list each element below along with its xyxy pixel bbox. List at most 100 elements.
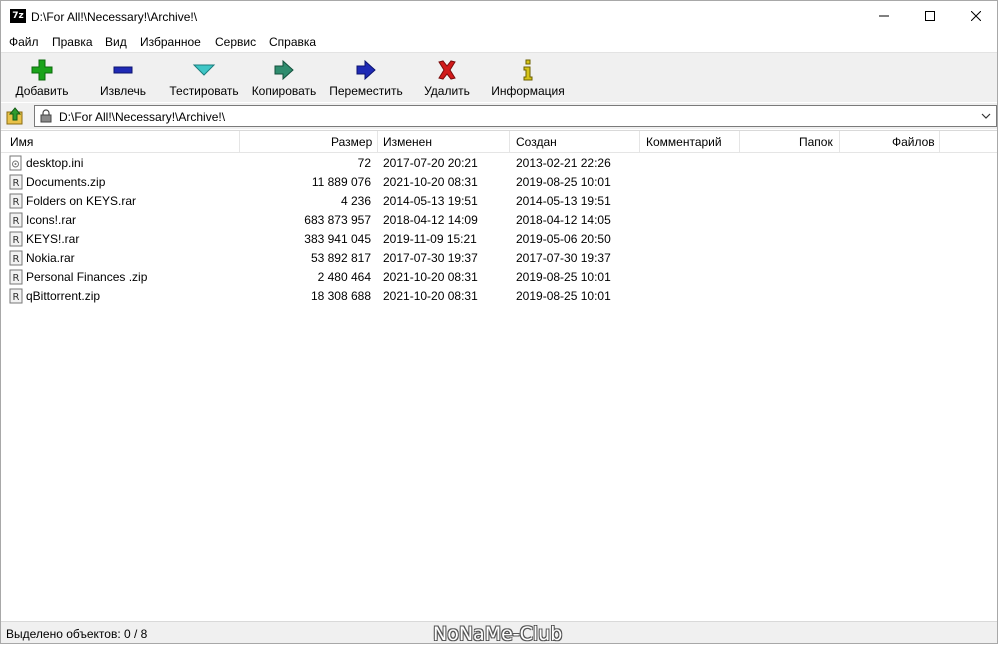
app-icon: 7z	[10, 9, 26, 23]
minimize-icon	[879, 15, 889, 17]
info-button[interactable]: Информация	[490, 55, 566, 101]
column-divider[interactable]	[639, 131, 640, 153]
svg-text:R: R	[13, 235, 20, 246]
window-title: D:\For All!\Necessary!\Archive!\	[31, 10, 198, 24]
svg-text:R: R	[13, 178, 20, 189]
address-path: D:\For All!\Necessary!\Archive!\	[59, 110, 226, 124]
archive-file-icon: R	[9, 193, 23, 209]
file-modified: 2021-10-20 08:31	[383, 270, 478, 284]
table-row[interactable]: R KEYS!.rar 383 941 045 2019-11-09 15:21 201…	[1, 230, 997, 249]
extract-label: Извлечь	[99, 84, 146, 98]
menu-tools[interactable]: Сервис	[215, 35, 256, 49]
table-row[interactable]: R Nokia.rar 53 892 817 2017-07-30 19:37 2017…	[1, 249, 997, 268]
file-name: Personal Finances .zip	[26, 270, 148, 284]
table-row[interactable]: R Folders on KEYS.rar 4 236 2014-05-13 19:5…	[1, 192, 997, 211]
table-row[interactable]: R Icons!.rar 683 873 957 2018-04-12 14:09 20…	[1, 211, 997, 230]
archive-file-icon: R	[9, 288, 23, 304]
menu-favorites[interactable]: Избранное	[140, 35, 201, 49]
move-button[interactable]: Переместить	[329, 55, 403, 101]
chevron-down-icon[interactable]	[980, 109, 992, 123]
info-label: Информация	[491, 84, 565, 98]
watermark-text: NoNaMe-Club	[433, 623, 563, 645]
column-comment[interactable]: Комментарий	[646, 135, 722, 149]
address-field[interactable]: D:\For All!\Necessary!\Archive!\	[34, 105, 997, 127]
menu-view[interactable]: Вид	[105, 35, 127, 49]
file-size: 2 480 464	[317, 270, 371, 284]
column-created[interactable]: Создан	[516, 135, 557, 149]
seven-zip-window: 7z D:\For All!\Necessary!\Archive!\ Файл…	[0, 0, 998, 645]
add-button[interactable]: Добавить	[11, 55, 73, 101]
move-label: Переместить	[329, 84, 403, 98]
add-label: Добавить	[15, 84, 69, 98]
column-divider[interactable]	[839, 131, 840, 153]
file-name: KEYS!.rar	[26, 232, 80, 246]
column-divider[interactable]	[939, 131, 940, 153]
file-modified: 2017-07-30 19:37	[383, 251, 478, 265]
file-created: 2013-02-21 22:26	[516, 156, 611, 170]
menu-file[interactable]: Файл	[9, 35, 39, 49]
file-created: 2019-05-06 20:50	[516, 232, 611, 246]
copy-label: Копировать	[251, 84, 317, 98]
delete-button[interactable]: Удалить	[421, 55, 473, 101]
archive-file-icon: R	[9, 212, 23, 228]
table-row[interactable]: desktop.ini 72 2017-07-20 20:21 2013-02-21 …	[1, 154, 997, 173]
file-size: 53 892 817	[310, 251, 371, 265]
table-row[interactable]: RqBittorrent.zip 18 308 688 2021-10-20 08:…	[1, 287, 997, 306]
settings-file-icon	[9, 155, 22, 171]
svg-text:R: R	[13, 273, 20, 284]
minus-icon	[113, 66, 133, 74]
test-label: Тестировать	[169, 84, 239, 98]
column-modified[interactable]: Изменен	[383, 135, 432, 149]
svg-text:R: R	[13, 254, 20, 265]
toolbar: Добавить Извлечь Тестировать Копировать …	[1, 52, 997, 102]
file-name: Folders on KEYS.rar	[26, 194, 137, 208]
file-size: 4 236	[340, 194, 371, 208]
file-name: Icons!.rar	[26, 213, 77, 227]
copy-button[interactable]: Копировать	[250, 55, 318, 101]
maximize-button[interactable]	[907, 1, 953, 31]
column-folders[interactable]: Папок	[799, 135, 833, 149]
file-size: 11 889 076	[311, 175, 371, 189]
column-size[interactable]: Размер	[331, 135, 372, 149]
table-row[interactable]: R Personal Finances .zip 2 480 464 2021-10-…	[1, 268, 997, 287]
move-arrow-icon	[356, 59, 376, 81]
column-divider[interactable]	[739, 131, 740, 153]
minimize-button[interactable]	[861, 1, 907, 31]
file-list: Имя Размер Изменен Создан Комментарий Па…	[1, 130, 997, 621]
column-divider[interactable]	[239, 131, 240, 153]
close-icon	[971, 11, 981, 21]
close-button[interactable]	[953, 1, 998, 31]
column-files[interactable]: Файлов	[892, 135, 935, 149]
archive-file-icon: R	[9, 250, 23, 266]
table-row[interactable]: R Documents.zip 11 889 076 2021-10-20 08:31…	[1, 173, 997, 192]
file-created: 2019-08-25 10:01	[516, 175, 611, 189]
menu-help[interactable]: Справка	[269, 35, 316, 49]
file-modified: 2018-04-12 14:09	[383, 213, 478, 227]
status-bar: Выделено объектов: 0 / 8 NoNaMe-Club	[1, 621, 997, 645]
file-created: 2019-08-25 10:01	[516, 270, 611, 284]
file-modified: 2017-07-20 20:21	[383, 156, 478, 170]
folder-up-icon	[6, 107, 23, 125]
list-header: Имя Размер Изменен Создан Комментарий Па…	[1, 131, 997, 153]
file-size: 683 873 957	[304, 213, 371, 227]
svg-text:R: R	[13, 216, 20, 227]
file-name: qBittorrent.zip	[26, 289, 101, 303]
archive-file-icon: R	[9, 231, 23, 247]
column-divider[interactable]	[509, 131, 510, 153]
plus-icon	[31, 59, 53, 81]
column-name[interactable]: Имя	[10, 135, 33, 149]
svg-text:R: R	[13, 292, 20, 303]
drive-icon	[40, 109, 52, 123]
menu-edit[interactable]: Правка	[52, 35, 93, 49]
delete-label: Удалить	[424, 84, 470, 98]
info-icon	[523, 59, 533, 81]
folder-up-button[interactable]	[5, 107, 25, 125]
title-bar[interactable]: 7z D:\For All!\Necessary!\Archive!\	[1, 1, 997, 31]
archive-file-icon: R	[9, 174, 23, 190]
test-button[interactable]: Тестировать	[168, 55, 240, 101]
file-name: desktop.ini	[26, 156, 84, 170]
maximize-icon	[925, 11, 935, 21]
column-divider[interactable]	[377, 131, 378, 153]
file-created: 2017-07-30 19:37	[516, 251, 611, 265]
extract-button[interactable]: Извлечь	[93, 55, 153, 101]
